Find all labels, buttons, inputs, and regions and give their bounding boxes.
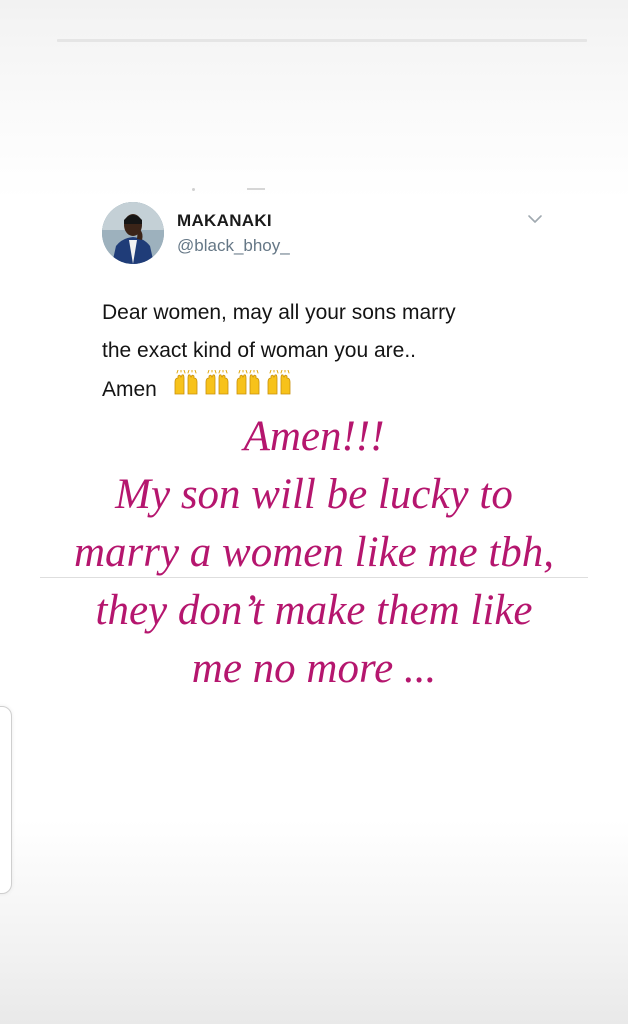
- tweet-text-line: Dear women, may all your sons marry: [102, 301, 456, 324]
- tweet-amen-text: Amen: [102, 378, 157, 401]
- tweet-amen-line: Amen: [102, 370, 572, 409]
- tweet-display-name[interactable]: MAKANAKI: [177, 211, 272, 231]
- caption-line: Amen!!!: [243, 413, 385, 460]
- previous-story-edge[interactable]: [0, 706, 12, 894]
- story-caption: Amen!!! My son will be lucky to marry a …: [0, 408, 628, 698]
- raising-hands-icon: [267, 370, 291, 395]
- tweet-handle[interactable]: @black_bhoy_: [177, 236, 290, 256]
- raising-hands-icon: [205, 370, 229, 395]
- caption-line: me no more ...: [191, 645, 437, 692]
- user-avatar-icon: [102, 202, 164, 264]
- story-progress-fill: [57, 39, 587, 42]
- tweet-text-line: the exact kind of woman you are..: [102, 339, 417, 362]
- story-progress-bar: [57, 39, 587, 42]
- tweet-body: Dear women, may all your sons marry the …: [102, 294, 572, 409]
- tweet-crop-dash: [247, 188, 265, 190]
- caption-line: My son will be lucky to: [115, 471, 513, 518]
- raising-hands-icon: [236, 370, 260, 395]
- raising-hands-icon: [174, 370, 198, 395]
- raising-hands-emoji-group: [171, 370, 295, 396]
- caption-line: marry a women like me tbh,: [73, 529, 555, 576]
- avatar[interactable]: [102, 202, 164, 264]
- chevron-down-icon[interactable]: [527, 213, 543, 225]
- caption-line: they don’t make them like: [95, 587, 533, 634]
- tweet-crop-dot: [192, 188, 195, 191]
